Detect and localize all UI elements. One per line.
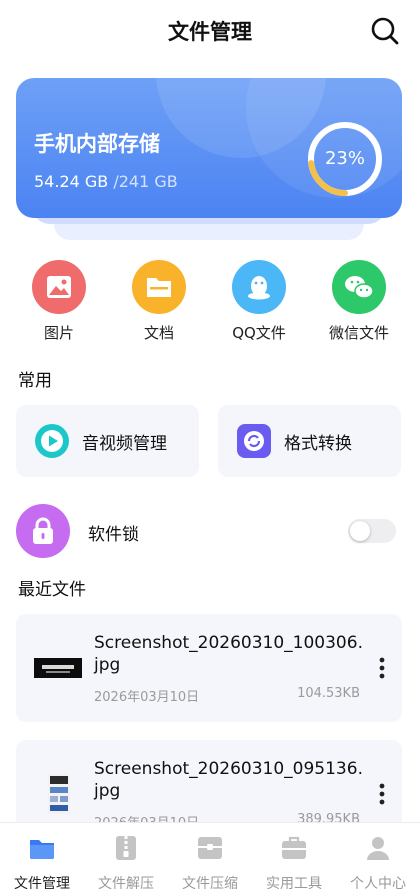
category-label: 图片 <box>43 324 74 342</box>
section-title-recent: 最近文件 <box>18 580 86 600</box>
bottom-nav: 文件管理 文件解压 文件压缩 实用工具 个人中心 <box>0 822 420 889</box>
tool-media-manager[interactable]: 音视频管理 <box>16 405 199 477</box>
nav-compress[interactable]: 文件压缩 <box>168 823 252 889</box>
compress-icon <box>198 837 222 859</box>
more-options-icon[interactable] <box>378 656 386 680</box>
nav-file-manager[interactable]: 文件管理 <box>0 823 84 889</box>
category-label: 文档 <box>143 324 174 342</box>
category-qq-files[interactable]: QQ文件 <box>209 260 309 343</box>
storage-title: 手机内部存储 <box>34 132 160 156</box>
category-wechat-files[interactable]: 微信文件 <box>309 260 409 343</box>
tool-label: 音视频管理 <box>82 434 167 454</box>
storage-used: 54.24 GB <box>34 172 109 191</box>
nav-label: 文件管理 <box>14 876 70 889</box>
nav-label: 文件压缩 <box>182 876 238 889</box>
recent-file-item[interactable]: Screenshot_20260310_100306.jpg 2026年03月1… <box>16 614 402 722</box>
nav-label: 个人中心 <box>350 876 406 889</box>
folder-icon <box>132 260 186 314</box>
category-label: QQ文件 <box>232 324 286 342</box>
category-images[interactable]: 图片 <box>9 260 109 343</box>
folder-icon <box>30 840 54 859</box>
user-icon <box>367 837 389 860</box>
file-date: 2026年03月10日 <box>94 690 200 705</box>
file-name: Screenshot_20260310_100306.jpg <box>94 633 363 675</box>
wechat-icon <box>332 260 386 314</box>
qq-icon <box>232 260 286 314</box>
nav-label: 文件解压 <box>98 876 154 889</box>
storage-usage: 54.24 GB /241 GB <box>34 172 178 191</box>
play-icon <box>35 424 69 458</box>
app-lock-toggle[interactable] <box>348 519 396 543</box>
more-options-icon[interactable] <box>378 782 386 806</box>
toggle-knob <box>350 521 370 541</box>
category-documents[interactable]: 文档 <box>109 260 209 343</box>
file-size: 104.53KB <box>297 686 360 701</box>
storage-card[interactable]: 手机内部存储 54.24 GB /241 GB 23% <box>16 78 402 243</box>
page-title: 文件管理 <box>168 20 252 44</box>
zip-icon <box>116 836 136 860</box>
category-label: 微信文件 <box>328 324 389 342</box>
app-lock-row: 软件锁 <box>0 500 420 560</box>
storage-percent: 23% <box>324 148 365 169</box>
section-title-common: 常用 <box>18 371 52 391</box>
storage-total: /241 GB <box>113 172 178 191</box>
search-icon[interactable] <box>370 16 400 46</box>
nav-tools[interactable]: 实用工具 <box>252 823 336 889</box>
tool-format-convert[interactable]: 格式转换 <box>218 405 401 477</box>
lock-icon <box>16 504 70 558</box>
file-thumbnail <box>48 774 70 814</box>
storage-card-body[interactable]: 手机内部存储 54.24 GB /241 GB 23% <box>16 78 402 218</box>
toolbox-icon <box>282 836 306 859</box>
tool-label: 格式转换 <box>284 434 352 454</box>
app-lock-label: 软件锁 <box>88 525 139 545</box>
image-icon <box>32 260 86 314</box>
nav-label: 实用工具 <box>266 876 322 889</box>
convert-icon <box>237 424 271 458</box>
nav-extract[interactable]: 文件解压 <box>84 823 168 889</box>
file-thumbnail <box>34 658 82 678</box>
app-header: 文件管理 <box>0 0 420 62</box>
nav-profile[interactable]: 个人中心 <box>336 823 420 889</box>
category-row: 图片 文档 QQ文件 微信文件 <box>0 260 420 350</box>
file-name: Screenshot_20260310_095136.jpg <box>94 759 363 801</box>
